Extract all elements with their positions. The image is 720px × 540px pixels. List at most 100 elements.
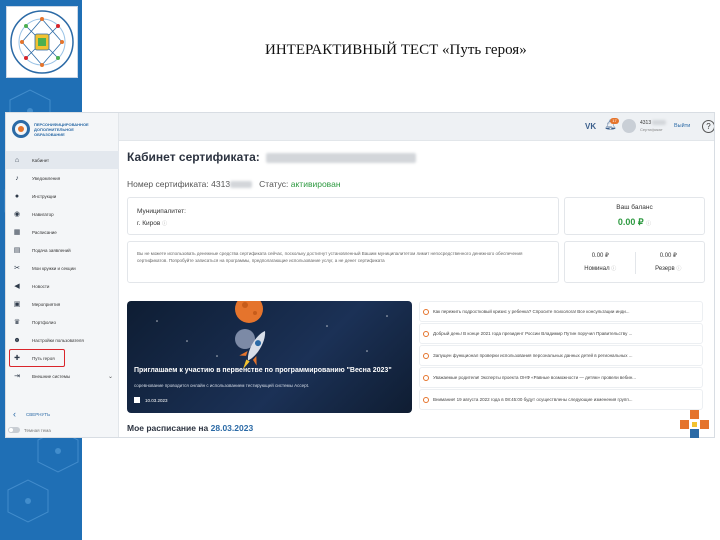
sidebar-item-notifications[interactable]: ♪ Уведомления <box>6 169 119 187</box>
divider <box>635 252 636 274</box>
event-icon: ▣ <box>13 301 21 308</box>
info-icon: ⓘ <box>646 221 652 227</box>
logout-link[interactable]: Выйти <box>674 123 690 129</box>
gamepad-icon: ✚ <box>14 355 20 362</box>
sidebar-item-schedule[interactable]: ▦ Расписание <box>6 223 119 241</box>
status-label: Статус: <box>259 179 289 189</box>
nominal-block: 0.00 ₽ Номинал ⓘ <box>569 252 632 272</box>
schedule-heading: Мое расписание на 28.03.2023 <box>127 423 254 433</box>
balance-label: Ваш баланс <box>616 204 653 211</box>
sidebar-item-label: Уведомления <box>32 175 61 181</box>
schedule-date[interactable]: 28.03.2023 <box>211 423 254 433</box>
sidebar-item-portfolio[interactable]: ♛ Портфолио <box>6 313 119 331</box>
warning-icon <box>423 352 429 359</box>
reserve-value: 0.00 ₽ <box>659 253 677 259</box>
sidebar-item-cabinet[interactable]: ⌂ Кабинет <box>6 151 119 169</box>
dark-theme-label: Темная тема <box>24 427 51 433</box>
toggle-switch-icon <box>8 427 20 433</box>
home-icon: ⌂ <box>14 156 20 164</box>
sidebar-item-label: Мероприятия <box>32 301 61 307</box>
compass-icon: ◉ <box>13 211 21 218</box>
sidebar-nav: ⌂ Кабинет ♪ Уведомления ● Инструкции ◉ Н… <box>6 151 119 385</box>
user-role: Сертификат <box>640 127 663 132</box>
bell-icon: ♪ <box>15 174 19 182</box>
brand: ПЕРСОНИФИЦИРОВАННОЕ ДОПОЛНИТЕЛЬНОЕ ОБРАЗ… <box>12 120 94 138</box>
user-number: 4313 <box>640 120 667 126</box>
banner-subtitle: соревнование проводится онлайн с использ… <box>134 383 310 388</box>
app-screenshot: ПЕРСОНИФИЦИРОВАННОЕ ДОПОЛНИТЕЛЬНОЕ ОБРАЗ… <box>5 112 715 438</box>
calendar-icon: ▦ <box>13 229 21 236</box>
sidebar-item-external-systems[interactable]: ⇥ Внешние системы ⌄ <box>6 367 119 385</box>
document-icon: ▤ <box>13 247 21 254</box>
sidebar: ПЕРСОНИФИЦИРОВАННОЕ ДОПОЛНИТЕЛЬНОЕ ОБРАЗ… <box>6 113 119 437</box>
help-icon[interactable]: ? <box>702 120 714 133</box>
certificate-line: Номер сертификата: 4313 Статус: активиро… <box>127 179 341 189</box>
sidebar-item-label: Мои кружки и секции <box>32 265 76 271</box>
sidebar-item-label: Расписание <box>32 229 57 235</box>
notice-card: Вы не можете использовать денежные средс… <box>127 241 559 283</box>
reserve-label: Резерв ⓘ <box>655 266 682 272</box>
sidebar-item-label: Новости <box>32 283 50 289</box>
list-item[interactable]: Добрый день! В конце 2021 года президент… <box>419 323 703 344</box>
avatar[interactable] <box>622 119 636 133</box>
sidebar-item-hero-path[interactable]: ✚ Путь героя <box>9 349 65 367</box>
vk-icon[interactable]: VK <box>585 122 596 131</box>
news-list: Как пережить подростковый кризис у ребен… <box>419 301 703 413</box>
page-title: Кабинет сертификата: <box>127 150 417 164</box>
help-icon: ● <box>14 192 20 200</box>
notifications-badge: 17 <box>610 118 619 124</box>
certificate-number: 4313 <box>211 179 231 189</box>
info-icon: ⓘ <box>676 266 682 272</box>
banner-title: Приглашаем к участию в первенстве по про… <box>134 367 392 374</box>
redacted-name <box>266 152 417 163</box>
sidebar-item-events[interactable]: ▣ Мероприятия <box>6 295 119 313</box>
info-icon: ⓘ <box>162 221 168 227</box>
sidebar-item-instructions[interactable]: ● Инструкции <box>6 187 119 205</box>
collapse-button[interactable]: ‹ СВЕРНУТЬ <box>13 409 50 419</box>
external-icon: ⇥ <box>14 373 20 380</box>
sidebar-item-activities[interactable]: ✂ Мои кружки и секции <box>6 259 119 277</box>
notice-text: Вы не можете использовать денежные средс… <box>137 251 523 263</box>
organization-logo <box>6 6 78 78</box>
list-item[interactable]: Как пережить подростковый кризис у ребен… <box>419 301 703 322</box>
info-icon: ⓘ <box>611 266 617 272</box>
balance-value: 0.00 ₽ ⓘ <box>617 217 652 227</box>
municipality-label: Муниципалитет: <box>137 208 186 215</box>
warning-icon <box>423 308 429 315</box>
topbar: VK 🔔︎ 17 4313 Сертификат Выйти ? <box>119 113 714 141</box>
reserve-block: 0.00 ₽ Резерв ⓘ <box>637 252 700 272</box>
promo-banner[interactable]: Приглашаем к участию в первенстве по про… <box>127 301 412 413</box>
list-item[interactable]: Внимание! 19 августа 2022 года в 08:45:0… <box>419 389 703 410</box>
trophy-icon: ♛ <box>13 319 21 326</box>
brand-logo-icon <box>12 120 30 138</box>
list-item[interactable]: Запущен функционал проверки использовани… <box>419 345 703 366</box>
activities-icon: ✂ <box>14 265 20 272</box>
municipality-card: Муниципалитет: г. Киров ⓘ <box>127 197 559 235</box>
sidebar-item-applications[interactable]: ▤ Подача заявлений <box>6 241 119 259</box>
banner-date: 10.03.2023 <box>134 397 168 403</box>
chevron-down-icon: ⌄ <box>107 373 113 380</box>
chevron-left-icon: ‹ <box>13 409 16 419</box>
collapse-label: СВЕРНУТЬ <box>26 411 51 417</box>
warning-icon <box>423 374 429 381</box>
dark-theme-toggle[interactable]: Темная тема <box>8 427 51 433</box>
warning-icon <box>423 330 429 337</box>
sidebar-item-user-settings[interactable]: ☻ Настройки пользователя <box>6 331 119 349</box>
sidebar-item-news[interactable]: ◀ Новости <box>6 277 119 295</box>
municipality-value: г. Киров ⓘ <box>137 220 168 227</box>
sidebar-item-label: Кабинет <box>32 157 50 163</box>
sidebar-item-label: Путь героя <box>32 355 55 361</box>
status-badge: активирован <box>290 179 341 189</box>
logo-widget-icon <box>680 410 709 438</box>
sidebar-item-label: Внешние системы <box>32 373 71 379</box>
sidebar-item-label: Подача заявлений <box>32 247 71 253</box>
brand-text: ПЕРСОНИФИЦИРОВАННОЕ ДОПОЛНИТЕЛЬНОЕ ОБРАЗ… <box>34 121 89 137</box>
sidebar-item-label: Навигатор <box>32 211 54 217</box>
sidebar-item-label: Настройки пользователя <box>32 337 84 343</box>
sidebar-item-label: Портфолио <box>32 319 56 325</box>
slide-title: ИНТЕРАКТИВНЫЙ ТЕСТ «Путь героя» <box>265 42 527 58</box>
sidebar-item-navigator[interactable]: ◉ Навигатор <box>6 205 119 223</box>
user-icon: ☻ <box>13 336 21 344</box>
list-item[interactable]: Уважаемые родители! Эксперты проекта ОНФ… <box>419 367 703 388</box>
nominal-label: Номинал ⓘ <box>584 266 617 272</box>
